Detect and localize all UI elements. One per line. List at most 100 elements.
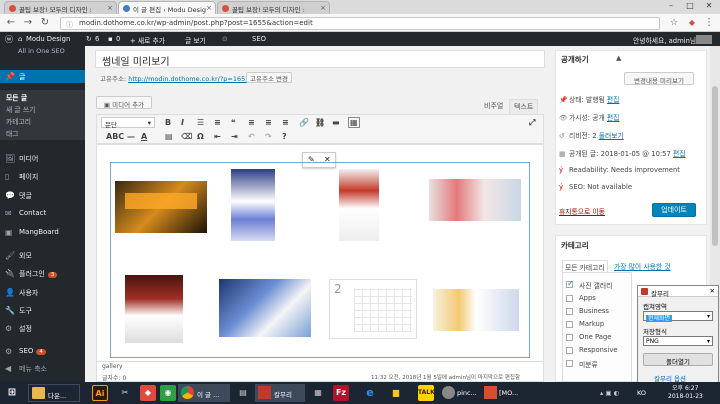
sidebar-item-appearance[interactable]: 🖌 외모: [0, 249, 85, 262]
tab-most-used[interactable]: 가장 많이 사용한 것: [614, 261, 671, 271]
scissors-icon[interactable]: ✂: [117, 385, 133, 401]
close-icon[interactable]: ✕: [710, 287, 715, 295]
sidebar-item-plugins[interactable]: 🔌 플러그인 3: [0, 267, 85, 280]
taskbar-item-downloads[interactable]: 다운...: [28, 384, 80, 402]
thumbnail-brochure[interactable]: [231, 169, 275, 241]
filezilla-icon[interactable]: Fz: [333, 385, 349, 401]
help-icon[interactable]: ?: [282, 132, 287, 141]
paste-text-icon[interactable]: ▤: [165, 132, 173, 141]
clear-format-icon[interactable]: ⌫: [181, 132, 192, 141]
menu-icon[interactable]: ⋮: [702, 16, 716, 30]
align-right-icon[interactable]: ≡: [282, 118, 289, 127]
app-icon[interactable]: ◆: [140, 385, 156, 401]
capture-area-select[interactable]: 현재화면 ▾: [643, 311, 713, 322]
view-post-link[interactable]: 글 보기: [185, 35, 206, 45]
scrollbar-thumb[interactable]: [712, 86, 718, 246]
bold-icon[interactable]: B: [165, 118, 171, 127]
add-media-button[interactable]: ▣ 미디어 추가: [96, 96, 152, 109]
seo-menu-link[interactable]: SEO: [252, 35, 266, 43]
language-indicator[interactable]: KO: [637, 389, 646, 404]
browse-revisions-link[interactable]: 둘러보기: [599, 132, 624, 140]
avatar[interactable]: [696, 35, 712, 44]
printer-icon[interactable]: ▤: [235, 385, 251, 401]
forward-icon[interactable]: →: [21, 16, 35, 30]
kakaotalk-icon[interactable]: TALK: [418, 385, 435, 401]
format-select[interactable]: 문단 ▾: [101, 117, 155, 129]
close-tab-icon[interactable]: ×: [320, 4, 326, 12]
italic-icon[interactable]: I: [181, 118, 184, 127]
new-content-link[interactable]: + 새로 추가: [130, 35, 165, 45]
preview-changes-button[interactable]: 변경내용 미리보기: [624, 72, 694, 85]
category-checkbox[interactable]: [566, 321, 573, 328]
toolbar-toggle-icon[interactable]: ▦: [348, 117, 360, 128]
app-icon[interactable]: ◉: [160, 385, 176, 401]
illustrator-icon[interactable]: Ai: [92, 385, 108, 401]
thumbnail-calendar[interactable]: 2: [329, 279, 417, 339]
maximize-window-icon[interactable]: □: [681, 0, 699, 12]
special-char-icon[interactable]: Ω: [197, 132, 204, 141]
wordpress-logo-icon[interactable]: ⓦ: [5, 34, 13, 45]
more-tag-icon[interactable]: ▬: [332, 118, 340, 127]
submenu-all-posts[interactable]: 모든 글: [0, 90, 85, 102]
permalink-link[interactable]: http://modin.dothome.co.kr/?p=1655: [128, 75, 249, 83]
sidebar-item-seo[interactable]: ⚙ SEO 4: [0, 345, 85, 358]
taskbar-item-mo[interactable]: [MO...: [482, 384, 522, 402]
indent-icon[interactable]: ⇥: [231, 132, 238, 141]
updates-count[interactable]: 6: [95, 35, 99, 43]
thumbnail-business-card[interactable]: [339, 169, 379, 241]
redo-icon[interactable]: ↷: [265, 132, 272, 141]
category-checkbox[interactable]: [566, 347, 573, 354]
sidebar-item-users[interactable]: 👤 사용자: [0, 286, 85, 299]
thumbnail-magazine[interactable]: [125, 275, 183, 343]
category-checkbox[interactable]: [566, 295, 573, 302]
sidebar-item-comments[interactable]: 💬 댓글: [0, 189, 85, 202]
text-color-icon[interactable]: A: [141, 132, 147, 141]
back-icon[interactable]: ←: [4, 16, 18, 30]
tray-icons[interactable]: ▴ ▣ ◐: [600, 389, 619, 404]
edit-date-link[interactable]: 편집: [673, 150, 686, 158]
tab-text[interactable]: 텍스트: [509, 99, 539, 115]
edit-status-link[interactable]: 편집: [607, 96, 620, 104]
close-tab-icon[interactable]: ×: [107, 4, 113, 12]
thumbnail-halloween[interactable]: [115, 181, 207, 233]
extension-icon[interactable]: ◆: [685, 16, 699, 30]
move-to-trash-link[interactable]: 휴지통으로 이동: [559, 206, 605, 216]
close-tab-icon[interactable]: ×: [206, 4, 212, 12]
post-title-input[interactable]: 썸네일 미리보기: [95, 50, 545, 68]
submenu-tags[interactable]: 태그: [0, 126, 85, 140]
sidebar-item-mangboard[interactable]: ▣ MangBoard: [0, 226, 85, 239]
sidebar-item-pages[interactable]: ▯ 페이지: [0, 170, 85, 183]
browser-tab-3[interactable]: 꿀팁 보장! 모두의 디자인 : ×: [217, 1, 330, 14]
account-greeting[interactable]: 안녕하세요, admin님: [633, 35, 696, 45]
sidebar-item-contact[interactable]: ✉ Contact: [0, 207, 85, 220]
notepad-icon[interactable]: ▦: [310, 385, 326, 401]
sidebar-item-tools[interactable]: 🔧 도구: [0, 304, 85, 317]
thumbnail-menu-design[interactable]: [433, 289, 519, 331]
numbered-list-icon[interactable]: ≡: [214, 118, 221, 127]
sidebar-item-settings[interactable]: ⚙ 설정: [0, 322, 85, 335]
undo-icon[interactable]: ↶: [248, 132, 255, 141]
collapse-arrow-icon[interactable]: ▲: [616, 54, 621, 62]
folder-icon[interactable]: ▆: [388, 385, 404, 401]
gallery-block[interactable]: 2: [110, 162, 530, 358]
format-select[interactable]: PNG ▾: [643, 336, 713, 346]
comments-count[interactable]: 0: [116, 35, 120, 43]
sidebar-item-media[interactable]: 🖼 미디어: [0, 152, 85, 165]
internet-explorer-icon[interactable]: e: [362, 385, 378, 401]
link-icon[interactable]: 🔗: [299, 118, 309, 127]
clock-date[interactable]: 2018-01-23: [668, 393, 703, 404]
unlink-icon[interactable]: ⛓: [315, 118, 325, 127]
submenu-categories[interactable]: 카테고리: [0, 114, 85, 126]
strikethrough-icon[interactable]: ABC: [106, 132, 124, 141]
submenu-new-post[interactable]: 새 글 쓰기: [0, 102, 85, 114]
category-checkbox-checked[interactable]: ✓: [566, 279, 574, 288]
category-checkbox[interactable]: [566, 334, 573, 341]
fullscreen-icon[interactable]: ⤢: [529, 118, 535, 128]
taskbar-item-pinc[interactable]: pinc...: [440, 384, 478, 402]
browser-tab-2[interactable]: 이 글 편집 ‹ Modu Desig ×: [118, 1, 216, 14]
category-checkbox[interactable]: [566, 308, 573, 315]
windows-start-icon[interactable]: ⊞: [4, 385, 20, 401]
thumbnail-kids-cards[interactable]: [429, 179, 521, 221]
close-window-icon[interactable]: ✕: [700, 0, 718, 12]
edit-permalink-button[interactable]: 고유주소 변경: [246, 72, 292, 83]
